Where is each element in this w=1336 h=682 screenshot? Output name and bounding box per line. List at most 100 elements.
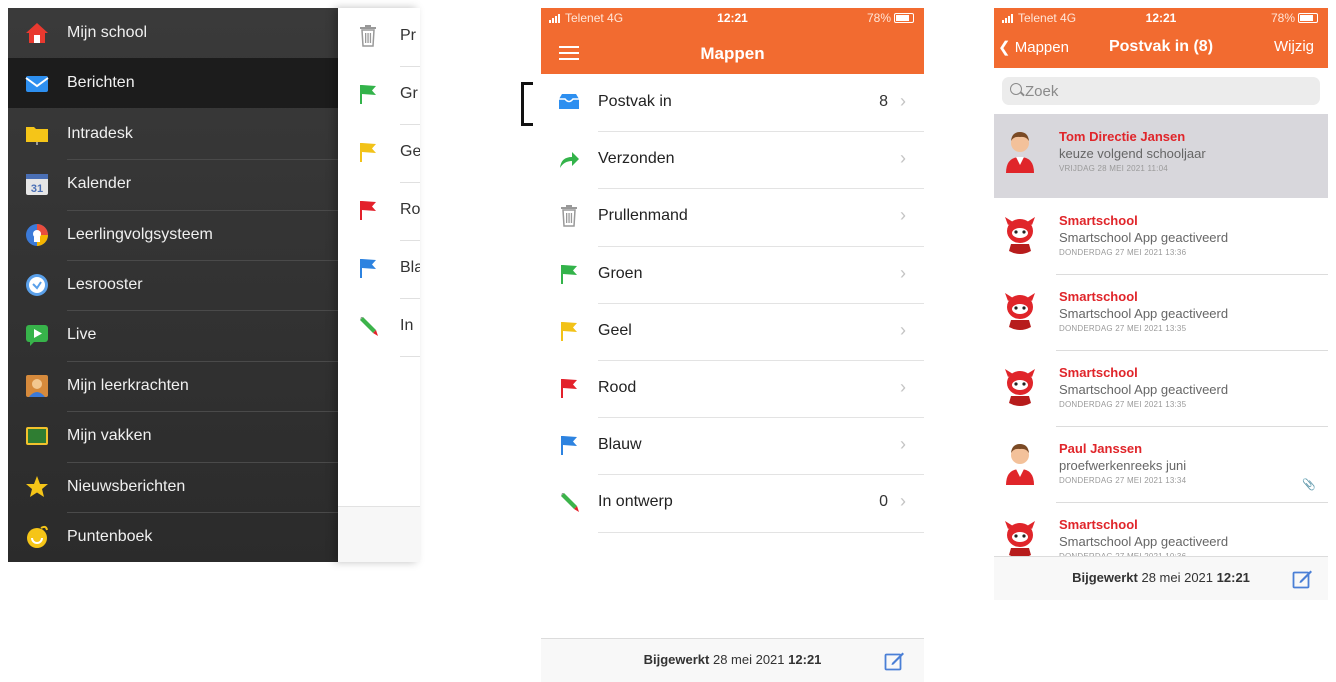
status-bar: Telenet 4G 12:21 78% <box>994 8 1328 28</box>
calendar-icon: 31 <box>24 171 50 197</box>
sidebar-item-nieuwsberichten[interactable]: Nieuwsberichten <box>8 462 338 512</box>
compose-icon[interactable] <box>884 650 906 672</box>
sidebar-item-berichten[interactable]: Berichten <box>8 58 338 109</box>
folder-count: 8 <box>879 93 888 110</box>
message-row[interactable]: Smartschool Smartschool App geactiveerd DO… <box>994 198 1328 274</box>
folder-label: Blauw <box>598 436 642 454</box>
red-flag-icon <box>356 198 380 222</box>
peek-folder-row[interactable]: Pr <box>338 8 420 66</box>
person-avatar-icon <box>1002 439 1038 485</box>
battery-icon <box>1298 13 1318 23</box>
sidebar-item-lesrooster[interactable]: Lesrooster <box>8 260 338 310</box>
sidebar-menu: Mijn school Berichten Intradesk 31 Kalender L… <box>8 8 338 562</box>
folders-peek-panel[interactable]: Pr Gr Ge Ro Bla In <box>338 8 420 562</box>
sidebar-item-label: Kalender <box>67 175 132 193</box>
sidebar-item-live[interactable]: Live <box>8 310 338 360</box>
folder-row-geel[interactable]: Geel › <box>541 303 924 360</box>
folder-label: Groen <box>598 264 643 282</box>
message-date: VRIJDAG 28 MEI 2021 11:04 <box>1059 164 1168 173</box>
folder-label: Postvak in <box>598 93 672 110</box>
sidebar-item-leerlingvolgsysteem[interactable]: Leerlingvolgsysteem <box>8 210 338 260</box>
message-row[interactable]: Paul Janssen proefwerkenreeks juni DONDERD… <box>994 426 1328 502</box>
battery-label: 78% <box>866 11 891 25</box>
smartschool-avatar-icon <box>1002 211 1038 257</box>
compose-icon[interactable] <box>1292 568 1314 590</box>
sidebar-item-label: Mijn vakken <box>67 427 152 445</box>
sidebar-item-intradesk[interactable]: Intradesk <box>8 109 338 159</box>
folder-count: 0 <box>879 493 888 511</box>
sidebar-item-label: Intradesk <box>67 124 133 142</box>
live-icon <box>24 322 50 348</box>
peek-folder-row[interactable]: In <box>338 298 420 356</box>
sidebar-item-mijn-vakken[interactable]: Mijn vakken <box>8 411 338 461</box>
teacher-icon <box>24 373 50 399</box>
sidebar-item-mijn-school[interactable]: Mijn school <box>8 8 338 58</box>
battery-label: 78% <box>1270 11 1295 25</box>
sidebar-item-label: Live <box>67 326 97 344</box>
folder-row-prullenmand[interactable]: Prullenmand › <box>541 188 924 245</box>
attachment-icon: 📎 <box>1302 479 1316 491</box>
folder-label: In ontwerp <box>598 493 673 511</box>
divider <box>598 531 924 533</box>
message-sender: Smartschool <box>1059 213 1138 228</box>
sidebar-item-label: Puntenboek <box>67 528 153 545</box>
folder-row-groen[interactable]: Groen › <box>541 246 924 303</box>
sidebar-item-label: Berichten <box>67 74 135 92</box>
last-updated-text: Bijgewerkt 28 mei 2021 12:21 <box>1072 570 1250 585</box>
message-date: DONDERDAG 27 MEI 2021 13:36 <box>1059 248 1187 257</box>
chevron-right-icon: › <box>900 262 906 283</box>
folder-row-blauw[interactable]: Blauw › <box>541 417 924 474</box>
puntenboek-icon <box>24 524 50 550</box>
sidebar-item-label: Leerlingvolgsysteem <box>67 225 213 243</box>
chevron-right-icon: › <box>900 491 906 512</box>
message-subject: Smartschool App geactiveerd <box>1059 230 1229 245</box>
inbox-screen: Telenet 4G 12:21 78% ❮ Mappen Postvak in… <box>994 8 1328 600</box>
message-row[interactable]: Tom Directie Jansen keuze volgend schoolj… <box>994 114 1328 198</box>
chevron-right-icon: › <box>900 319 906 340</box>
home-icon <box>24 20 50 46</box>
status-bar: Telenet 4G 12:21 78% <box>541 8 924 28</box>
battery-icon <box>894 13 914 23</box>
folder-row-in-ontwerp[interactable]: In ontwerp 0 › <box>541 474 924 531</box>
peek-folder-row[interactable]: Gr <box>338 66 420 124</box>
person-avatar-icon <box>1002 127 1038 173</box>
sidebar-item-puntenboek[interactable]: Puntenboek <box>8 512 338 562</box>
divider <box>400 356 420 357</box>
peek-folder-label: Pr <box>400 27 416 44</box>
smartschool-avatar-icon <box>1002 363 1038 409</box>
message-date: DONDERDAG 27 MEI 2021 13:35 <box>1059 400 1187 409</box>
chevron-right-icon: › <box>900 205 906 226</box>
message-date: DONDERDAG 27 MEI 2021 13:34 <box>1059 476 1187 485</box>
message-date: DONDERDAG 27 MEI 2021 13:35 <box>1059 324 1187 333</box>
trash-icon <box>356 24 380 48</box>
yellow-flag-icon <box>356 140 380 164</box>
folder-label: Geel <box>598 321 632 339</box>
message-subject: Smartschool App geactiveerd <box>1059 534 1229 549</box>
inbox-icon <box>557 90 581 114</box>
folder-row-verzonden[interactable]: Verzonden › <box>541 131 924 188</box>
peek-folder-row[interactable]: Ge <box>338 124 420 182</box>
folders-screen: Telenet 4G 12:21 78% Mappen Postvak in 8 ›… <box>541 8 924 682</box>
highlight-bracket <box>521 82 533 126</box>
message-sender: Smartschool <box>1059 365 1138 380</box>
sidebar-item-mijn-leerkrachten[interactable]: Mijn leerkrachten <box>8 361 338 411</box>
page-title: Mappen <box>700 44 765 63</box>
sidebar-item-kalender[interactable]: 31 Kalender <box>8 159 338 209</box>
blue-flag-icon <box>356 256 380 280</box>
message-subject: proefwerkenreeks juni <box>1059 458 1187 473</box>
edit-button[interactable]: Wijzig <box>1274 38 1314 55</box>
chevron-right-icon: › <box>900 148 906 169</box>
peek-folder-row[interactable]: Ro <box>338 182 420 240</box>
smartschool-avatar-icon <box>1002 287 1038 333</box>
message-subject: Smartschool App geactiveerd <box>1059 382 1229 397</box>
message-subject: keuze volgend schooljaar <box>1059 146 1206 161</box>
folder-row-rood[interactable]: Rood › <box>541 360 924 417</box>
side-menu-screen: Mijn school Berichten Intradesk 31 Kalender L… <box>8 8 420 562</box>
peek-folder-row[interactable]: Bla <box>338 240 420 298</box>
sidebar-item-label: Mijn school <box>67 24 148 41</box>
folder-row-postvak-in[interactable]: Postvak in 8 › <box>541 74 924 131</box>
student-tracking-icon <box>24 222 50 248</box>
message-row[interactable]: Smartschool Smartschool App geactiveerd DO… <box>994 350 1328 426</box>
search-input[interactable]: Zoek <box>1002 77 1320 105</box>
message-row[interactable]: Smartschool Smartschool App geactiveerd DO… <box>994 274 1328 350</box>
